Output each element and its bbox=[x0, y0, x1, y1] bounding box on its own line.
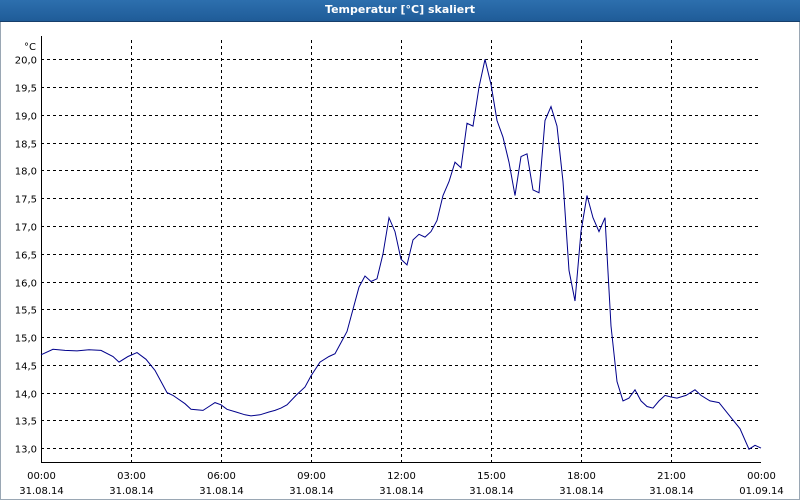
y-tick-label: 16,5 bbox=[15, 251, 37, 262]
y-tick-label: 19,0 bbox=[15, 112, 37, 123]
x-tick-date-label: 31.08.14 bbox=[199, 486, 244, 497]
y-tick-label: 18,0 bbox=[15, 167, 37, 178]
x-tick-time-label: 00:00 bbox=[747, 471, 776, 482]
y-tick-label: 19,5 bbox=[15, 84, 37, 95]
x-tick-date-label: 31.08.14 bbox=[109, 486, 154, 497]
x-tick-date-label: 31.08.14 bbox=[19, 486, 64, 497]
y-axis-unit-label: °C bbox=[24, 42, 36, 53]
x-tick-date-label: 31.08.14 bbox=[379, 486, 424, 497]
x-tick-time-label: 21:00 bbox=[657, 471, 686, 482]
x-tick-time-label: 15:00 bbox=[477, 471, 506, 482]
y-tick-label: 13,0 bbox=[15, 445, 37, 456]
x-tick-date-label: 31.08.14 bbox=[469, 486, 514, 497]
y-tick-label: 15,0 bbox=[15, 334, 37, 345]
x-tick-time-label: 00:00 bbox=[27, 471, 56, 482]
y-tick-label: 16,0 bbox=[15, 279, 37, 290]
y-tick-label: 20,0 bbox=[15, 56, 37, 67]
x-tick-date-label: 31.08.14 bbox=[649, 486, 694, 497]
y-tick-label: 15,5 bbox=[15, 306, 37, 317]
x-tick-time-label: 09:00 bbox=[297, 471, 326, 482]
y-tick-label: 14,5 bbox=[15, 362, 37, 373]
x-tick-time-label: 18:00 bbox=[567, 471, 596, 482]
temperature-chart: 13,0 13,5 14,0 14,5 15,0 15,5 16,0 16,5 17,0 17,5… bbox=[15, 36, 784, 497]
x-tick-date-label: 31.08.14 bbox=[289, 486, 334, 497]
y-tick-label: 14,0 bbox=[15, 390, 37, 401]
y-tick-label: 13,5 bbox=[15, 417, 37, 428]
y-tick-label: 17,5 bbox=[15, 195, 37, 206]
x-tick-date-label: 31.08.14 bbox=[559, 486, 604, 497]
x-tick-time-label: 12:00 bbox=[387, 471, 416, 482]
y-tick-label: 17,0 bbox=[15, 223, 37, 234]
x-tick-time-label: 03:00 bbox=[117, 471, 146, 482]
y-tick-label: 18,5 bbox=[15, 140, 37, 151]
x-tick-time-label: 06:00 bbox=[207, 471, 236, 482]
x-tick-date-label: 01.09.14 bbox=[739, 486, 784, 497]
